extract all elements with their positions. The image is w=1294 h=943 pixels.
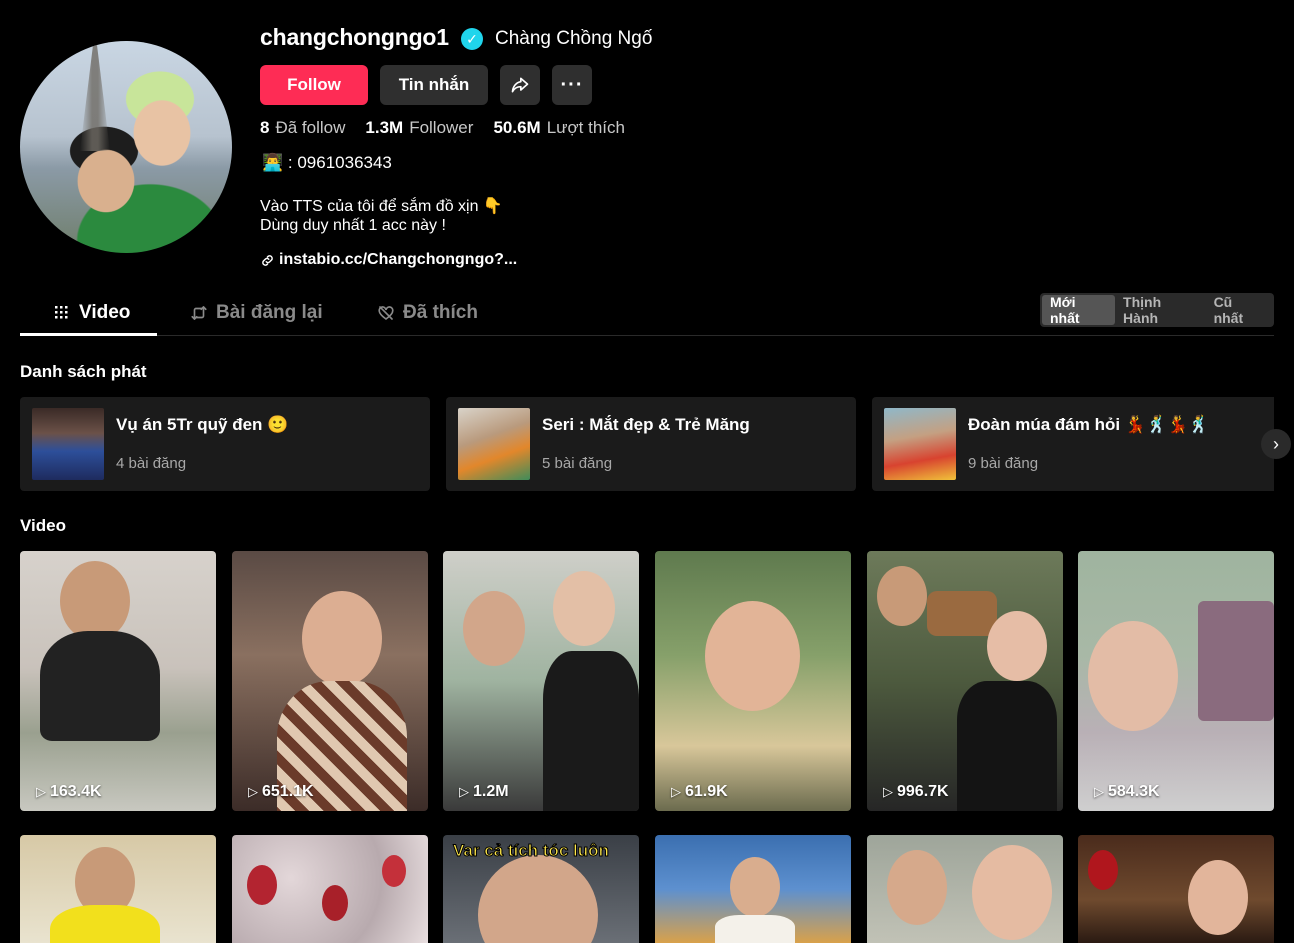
stat-followers-count: 1.3M <box>365 118 404 137</box>
bio-phone: 👨‍💻 : 0961036343 <box>262 153 392 172</box>
view-count-text: 651.1K <box>262 783 314 800</box>
stat-likes-label: Lượt thích <box>546 118 625 137</box>
hidden-heart-icon <box>378 306 394 321</box>
playlist-count: 9 bài đăng <box>968 455 1039 472</box>
play-icon: ▷ <box>1094 784 1104 799</box>
playlist-name: Đoàn múa đám hỏi 💃🕺💃🕺 <box>968 415 1210 434</box>
view-count-text: 163.4K <box>50 783 102 800</box>
video-view-count: ▷ 163.4K <box>36 783 102 801</box>
playlists-next-button[interactable]: › <box>1261 429 1291 459</box>
video-card[interactable]: ▷ 651.1K <box>232 551 428 811</box>
stat-likes-count: 50.6M <box>493 118 541 137</box>
sort-oldest[interactable]: Cũ nhất <box>1206 294 1272 326</box>
grid-icon <box>55 306 68 319</box>
profile-stats: 8 Đã follow 1.3M Follower 50.6M Lượt thích <box>260 118 625 138</box>
stat-likes: 50.6M Lượt thích <box>493 118 625 138</box>
play-icon: ▷ <box>459 784 469 799</box>
share-icon <box>511 77 529 93</box>
video-view-count: ▷ 996.7K <box>883 783 949 801</box>
video-card[interactable]: ▷ 163.4K <box>20 551 216 811</box>
view-count-text: 61.9K <box>685 783 728 800</box>
stat-following-count: 8 <box>260 118 270 137</box>
play-icon: ▷ <box>248 784 258 799</box>
playlist-count: 5 bài đăng <box>542 455 613 472</box>
playlist-card[interactable]: Đoàn múa đám hỏi 💃🕺💃🕺 9 bài đăng <box>872 397 1274 491</box>
view-count-text: 996.7K <box>897 783 949 800</box>
active-tab-indicator <box>20 333 157 336</box>
tab-reposts[interactable]: Bài đăng lại <box>190 302 323 324</box>
stat-followers[interactable]: 1.3M Follower <box>365 118 473 138</box>
video-card[interactable] <box>867 835 1063 943</box>
bio-line: Vào TTS của tôi để sắm đồ xịn 👇 <box>260 198 503 215</box>
playlist-count: 4 bài đăng <box>116 455 187 472</box>
tabs-divider <box>20 335 1274 336</box>
sort-newest[interactable]: Mới nhất <box>1042 294 1116 326</box>
video-view-count: ▷ 584.3K <box>1094 783 1160 801</box>
stat-following[interactable]: 8 Đã follow <box>260 118 345 138</box>
tab-reposts-label: Bài đăng lại <box>216 302 323 323</box>
sort-popular[interactable]: Thịnh Hành <box>1115 294 1206 326</box>
video-card[interactable]: ▷ 996.7K <box>867 551 1063 811</box>
video-card[interactable]: ▷ 1.2M <box>443 551 639 811</box>
message-button[interactable]: Tin nhắn <box>380 65 488 105</box>
video-view-count: ▷ 651.1K <box>248 783 314 801</box>
tab-liked[interactable]: Đã thích <box>377 302 478 324</box>
profile-username: changchongngo1 <box>260 24 449 50</box>
video-card[interactable]: Var cả tích tóc luôn <box>443 835 639 943</box>
playlist-name: Seri : Mắt đẹp & Trẻ Măng <box>542 415 750 434</box>
link-icon <box>262 254 273 266</box>
playlist-card[interactable]: Seri : Mắt đẹp & Trẻ Măng 5 bài đăng <box>446 397 856 491</box>
view-count-text: 584.3K <box>1108 783 1160 800</box>
more-options-button[interactable]: ··· <box>552 65 592 105</box>
play-icon: ▷ <box>671 784 681 799</box>
videos-heading: Video <box>20 516 66 535</box>
video-card[interactable] <box>20 835 216 943</box>
bio-line: Dùng duy nhất 1 acc này ! <box>260 217 446 234</box>
playlist-thumbnail <box>32 408 104 480</box>
sort-segmented-control: Mới nhất Thịnh Hành Cũ nhất <box>1040 293 1274 327</box>
profile-avatar <box>20 41 232 253</box>
playlist-thumbnail <box>884 408 956 480</box>
verified-badge-icon: ✓ <box>461 28 483 50</box>
tab-video-label: Video <box>79 302 131 323</box>
share-button[interactable] <box>500 65 540 105</box>
stat-following-label: Đã follow <box>275 118 346 137</box>
video-card[interactable] <box>232 835 428 943</box>
playlist-name: Vụ án 5Tr quỹ đen 🙂 <box>116 415 289 434</box>
play-icon: ▷ <box>883 784 893 799</box>
video-card[interactable]: ▷ 61.9K <box>655 551 851 811</box>
video-card[interactable] <box>1078 835 1274 943</box>
profile-nickname: Chàng Chồng Ngố <box>495 28 653 49</box>
follow-button[interactable]: Follow <box>260 65 368 105</box>
video-view-count: ▷ 61.9K <box>671 783 728 801</box>
tab-liked-label: Đã thích <box>403 302 478 323</box>
bio-link-text: instabio.cc/Changchongngo?... <box>279 251 518 268</box>
video-caption-overlay: Var cả tích tóc luôn <box>453 841 610 861</box>
video-card[interactable]: ▷ 584.3K <box>1078 551 1274 811</box>
repost-icon <box>191 306 207 320</box>
playlists-heading: Danh sách phát <box>20 362 147 381</box>
playlist-thumbnail <box>458 408 530 480</box>
stat-followers-label: Follower <box>409 118 474 137</box>
tab-video[interactable]: Video <box>55 302 130 324</box>
bio-link[interactable]: instabio.cc/Changchongngo?... <box>260 251 517 269</box>
video-card[interactable] <box>655 835 851 943</box>
play-icon: ▷ <box>36 784 46 799</box>
video-view-count: ▷ 1.2M <box>459 783 509 801</box>
playlist-card[interactable]: Vụ án 5Tr quỹ đen 🙂 4 bài đăng <box>20 397 430 491</box>
view-count-text: 1.2M <box>473 783 509 800</box>
